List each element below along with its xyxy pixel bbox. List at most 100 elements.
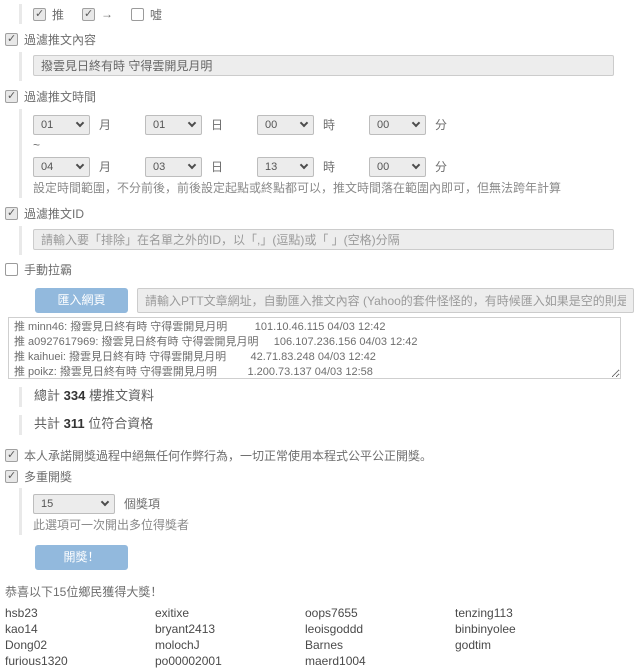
winner-name: oops7655 [305,606,455,621]
winner-name: Dong02 [5,638,155,653]
from-minute-value: 00 [377,119,389,131]
to-minute-value: 00 [377,161,389,173]
winner-name: bryant2413 [155,622,305,637]
qualified-prefix: 共計 [34,416,60,431]
winner-name: godtim [455,638,615,653]
from-minute-select[interactable]: 00 [369,115,426,135]
manual-slot-label: 手動拉霸 [24,261,72,278]
push-label: 推 [52,6,64,23]
push-type-push[interactable]: 推 [33,6,64,23]
winner-name: po00002001 [155,654,305,669]
winner-name: Barnes [305,638,455,653]
import-row: 匯入網頁 [35,288,634,313]
prize-count-select[interactable]: 15 [33,494,115,514]
from-month-value: 01 [41,119,53,131]
time-range-tilde: ~ [33,138,634,153]
filter-time-label: 過濾推文時間 [24,88,96,105]
multi-draw-label: 多重開獎 [24,468,72,485]
boo-label: 噓 [150,6,162,23]
filter-content-input[interactable] [33,55,614,76]
to-hour-value: 13 [265,161,277,173]
hour-unit: 時 [323,116,335,133]
to-month-select[interactable]: 04 [33,157,90,177]
filter-id-label: 過濾推文ID [24,205,84,222]
chevron-down-icon [76,161,84,169]
arrow-label: → [101,7,113,21]
day-unit: 日 [211,116,223,133]
filter-content-toggle[interactable]: 過濾推文內容 [5,31,634,48]
from-hour-value: 00 [265,119,277,131]
prize-count-value: 15 [41,498,53,510]
to-day-select[interactable]: 03 [145,157,202,177]
boo-checkbox[interactable] [131,8,144,21]
manual-slot-checkbox[interactable] [5,263,18,276]
filter-content-checkbox[interactable] [5,33,18,46]
winner-name: binbinyolee [455,622,615,637]
filter-content-label: 過濾推文內容 [24,31,96,48]
push-type-arrow[interactable]: → [82,6,113,23]
from-day-select[interactable]: 01 [145,115,202,135]
filter-time-checkbox[interactable] [5,90,18,103]
multi-draw-toggle[interactable]: 多重開獎 [5,468,634,485]
time-range-help: 設定時間範圍，不分前後，前後設定起點或終點都可以，推文時間落在範圍內即可，但無法… [33,180,634,196]
import-page-button[interactable]: 匯入網頁 [35,288,128,313]
push-type-filter-group: 推 → 噓 [19,4,634,24]
to-day-value: 03 [153,161,165,173]
winner-name: furious1320 [5,654,155,669]
filter-time-toggle[interactable]: 過濾推文時間 [5,88,634,105]
fairness-promise-label: 本人承諾開獎過程中絕無任何作弊行為，一切正常使用本程式公平公正開獎。 [24,447,432,464]
filter-time-block: 01 月 01 日 00 時 00 分 ~ 04 月 03 [19,109,634,198]
winner-name: kao14 [5,622,155,637]
results-headline: 恭喜以下15位鄉民獲得大獎！ [5,583,634,600]
winners-grid: hsb23 exitixe oops7655 tenzing113 kao14 … [5,606,634,669]
arrow-checkbox[interactable] [82,8,95,21]
minute-unit: 分 [435,116,447,133]
winner-name: hsb23 [5,606,155,621]
chevron-down-icon [188,119,196,127]
qualified-count-line: 共計 311 位符合資格 [19,415,634,435]
multi-draw-help: 此選項可一次開出多位得獎者 [33,517,634,533]
winner-name: exitixe [155,606,305,621]
fairness-promise-checkbox[interactable] [5,449,18,462]
multi-draw-block: 15 個獎項 此選項可一次開出多位得獎者 [19,488,634,535]
draw-settings: 本人承諾開獎過程中絕無任何作弊行為，一切正常使用本程式公平公正開獎。 多重開獎 … [5,447,634,570]
chevron-down-icon [76,119,84,127]
total-pushes-line: 總計 334 樓推文資料 [19,387,634,407]
winner-name: maerd1004 [305,654,455,669]
total-pushes-count: 334 [64,388,86,403]
chevron-down-icon [188,161,196,169]
winner-name: molochJ [155,638,305,653]
draw-button[interactable]: 開獎！ [35,545,128,570]
chevron-down-icon [300,161,308,169]
from-month-select[interactable]: 01 [33,115,90,135]
fairness-promise-toggle[interactable]: 本人承諾開獎過程中絕無任何作弊行為，一切正常使用本程式公平公正開獎。 [5,447,634,464]
prize-count-row: 15 個獎項 [33,493,634,514]
minute-unit: 分 [435,158,447,175]
filter-id-checkbox[interactable] [5,207,18,220]
filter-content-block [19,52,634,81]
ptt-lottery-page: 推 → 噓 過濾推文內容 過濾推文時間 01 月 01 日 [0,0,640,669]
qualified-suffix: 位符合資格 [88,416,153,431]
chevron-down-icon [101,498,109,506]
from-hour-select[interactable]: 00 [257,115,314,135]
hour-unit: 時 [323,158,335,175]
article-url-input[interactable] [137,288,634,313]
push-checkbox[interactable] [33,8,46,21]
filter-id-input[interactable] [33,229,614,250]
to-month-value: 04 [41,161,53,173]
multi-draw-checkbox[interactable] [5,470,18,483]
time-to-row: 04 月 03 日 13 時 00 分 [33,156,634,177]
chevron-down-icon [412,161,420,169]
filter-id-block [19,226,634,255]
month-unit: 月 [99,116,111,133]
push-type-boo[interactable]: 噓 [131,6,162,23]
filter-id-toggle[interactable]: 過濾推文ID [5,205,634,222]
winner-name: tenzing113 [455,606,615,621]
push-list-textarea[interactable]: 推 minn46: 撥雲見日終有時 守得雲開見月明 101.10.46.115 … [8,317,621,379]
chevron-down-icon [300,119,308,127]
total-pushes-prefix: 總計 [34,388,60,403]
to-minute-select[interactable]: 00 [369,157,426,177]
month-unit: 月 [99,158,111,175]
to-hour-select[interactable]: 13 [257,157,314,177]
manual-slot-toggle[interactable]: 手動拉霸 [5,261,634,278]
